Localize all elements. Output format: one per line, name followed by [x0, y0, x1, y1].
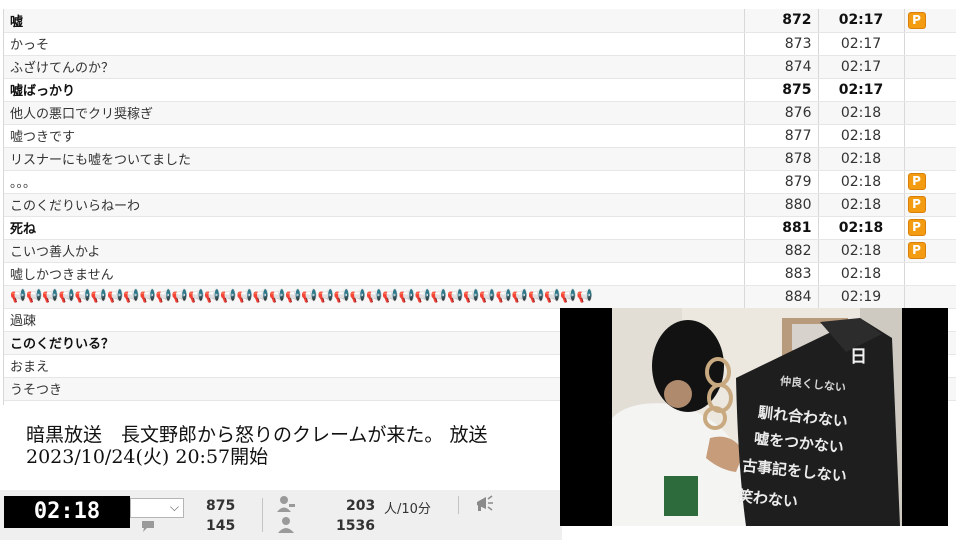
- comment-row[interactable]: 嘘 872 02:17 P: [4, 9, 956, 33]
- comment-text: 嘘: [4, 9, 745, 33]
- comment-text: 他人の悪口でクリ奨稼ぎ: [4, 101, 745, 125]
- comment-icon: [142, 521, 154, 532]
- comment-flag-cell: P: [904, 9, 956, 33]
- comment-text: このくだりいらねーわ: [4, 193, 745, 217]
- comment-text: ふざけてんのか？: [4, 55, 745, 79]
- comment-flag-cell: [904, 101, 956, 125]
- broadcast-start-date: 2023/10/24(火) 20:57開始: [26, 446, 269, 468]
- comment-number: 874: [744, 55, 819, 79]
- comment-flag-cell: [904, 124, 956, 148]
- comment-flag-cell: [904, 55, 956, 79]
- comment-text: 嘘ばっかり: [4, 78, 745, 102]
- comment-filter-select[interactable]: ⌵: [130, 498, 184, 518]
- sub-count: 145: [206, 518, 236, 534]
- comment-time: 02:18: [818, 147, 905, 171]
- comment-time: 02:18: [818, 239, 905, 263]
- comment-text: 。。。: [4, 170, 745, 194]
- comment-flag-cell: P: [904, 193, 956, 217]
- visitor-count: 1536: [336, 518, 375, 534]
- comment-text: かっそ: [4, 32, 745, 56]
- comment-number: 877: [744, 124, 819, 148]
- comment-count: 875: [206, 498, 236, 514]
- comment-flag-cell: [904, 32, 956, 56]
- premium-badge-icon: P: [907, 173, 926, 190]
- comment-text: リスナーにも嘘をついてました: [4, 147, 745, 171]
- comment-row[interactable]: 死ね 881 02:18 P: [4, 216, 956, 240]
- comment-time: 02:18: [818, 101, 905, 125]
- comment-flag-cell: [904, 78, 956, 102]
- comment-time: 02:18: [818, 262, 905, 286]
- comment-time: 02:18: [818, 124, 905, 148]
- comment-row[interactable]: 嘘つきです 877 02:18: [4, 124, 956, 148]
- comment-flag-cell: [904, 285, 956, 309]
- comment-text: こいつ善人かよ: [4, 239, 745, 263]
- comment-number: 875: [744, 78, 819, 102]
- comment-row[interactable]: 嘘ばっかり 875 02:17: [4, 78, 956, 102]
- comment-row[interactable]: かっそ 873 02:17: [4, 32, 956, 56]
- shirt-text-line: 日: [850, 347, 867, 367]
- broadcast-title: 暗黒放送 長文野郎から怒りのクレームが来た。 放送: [26, 424, 488, 446]
- premium-badge-icon: P: [907, 11, 926, 29]
- comment-number: 876: [744, 101, 819, 125]
- active-viewers-unit: 人/10分: [384, 502, 431, 517]
- comment-time: 02:19: [818, 285, 905, 309]
- comment-flag-cell: P: [904, 216, 956, 240]
- comment-number: 880: [744, 193, 819, 217]
- active-viewers-icon: [277, 496, 295, 512]
- comment-number: 882: [744, 239, 819, 263]
- comment-text: 📢📢📢📢📢📢📢📢📢📢📢📢📢📢📢📢📢📢📢📢📢📢📢📢📢📢📢📢📢📢📢📢📢📢📢📢: [4, 285, 745, 309]
- active-viewers-count: 203: [346, 498, 376, 514]
- status-divider: [458, 496, 459, 514]
- comment-number: 881: [744, 216, 819, 240]
- video-player[interactable]: 日 仲良くしない 馴れ合わない 嘘をつかない 古事記をしない 笑わない: [560, 308, 948, 526]
- comment-flag-cell: [904, 262, 956, 286]
- comment-row[interactable]: このくだりいらねーわ 880 02:18 P: [4, 193, 956, 217]
- comment-text: 死ね: [4, 216, 745, 240]
- comment-time: 02:17: [818, 32, 905, 56]
- comment-time: 02:18: [818, 193, 905, 217]
- comment-time: 02:18: [818, 170, 905, 194]
- comment-row[interactable]: 📢📢📢📢📢📢📢📢📢📢📢📢📢📢📢📢📢📢📢📢📢📢📢📢📢📢📢📢📢📢📢📢📢📢📢📢 884 0…: [4, 285, 956, 309]
- comment-time: 02:17: [818, 78, 905, 102]
- comment-row[interactable]: 他人の悪口でクリ奨稼ぎ 876 02:18: [4, 101, 956, 125]
- comment-time: 02:18: [818, 216, 905, 240]
- comment-row[interactable]: こいつ善人かよ 882 02:18 P: [4, 239, 956, 263]
- comment-number: 883: [744, 262, 819, 286]
- comment-row[interactable]: ふざけてんのか？ 874 02:17: [4, 55, 956, 79]
- comment-time: 02:17: [818, 55, 905, 79]
- chevron-down-icon: ⌵: [169, 500, 179, 514]
- comment-row[interactable]: 嘘しかつきません 883 02:18: [4, 262, 956, 286]
- comment-number: 878: [744, 147, 819, 171]
- comment-flag-cell: [904, 147, 956, 171]
- comment-flag-cell: P: [904, 170, 956, 194]
- premium-badge-icon: P: [907, 242, 926, 259]
- comment-text: 嘘つきです: [4, 124, 745, 148]
- visitors-icon: [278, 517, 294, 533]
- comment-row[interactable]: リスナーにも嘘をついてました 878 02:18: [4, 147, 956, 171]
- comment-text: 嘘しかつきません: [4, 262, 745, 286]
- comment-flag-cell: P: [904, 239, 956, 263]
- premium-badge-icon: P: [907, 219, 926, 236]
- megaphone-icon[interactable]: [474, 493, 496, 515]
- premium-badge-icon: P: [907, 196, 926, 213]
- elapsed-time: 02:18: [4, 496, 130, 528]
- status-divider: [262, 498, 263, 532]
- comment-number: 879: [744, 170, 819, 194]
- comment-number: 873: [744, 32, 819, 56]
- comment-number: 872: [744, 9, 819, 33]
- comment-number: 884: [744, 285, 819, 309]
- comment-row[interactable]: 。。。 879 02:18 P: [4, 170, 956, 194]
- comment-time: 02:17: [818, 9, 905, 33]
